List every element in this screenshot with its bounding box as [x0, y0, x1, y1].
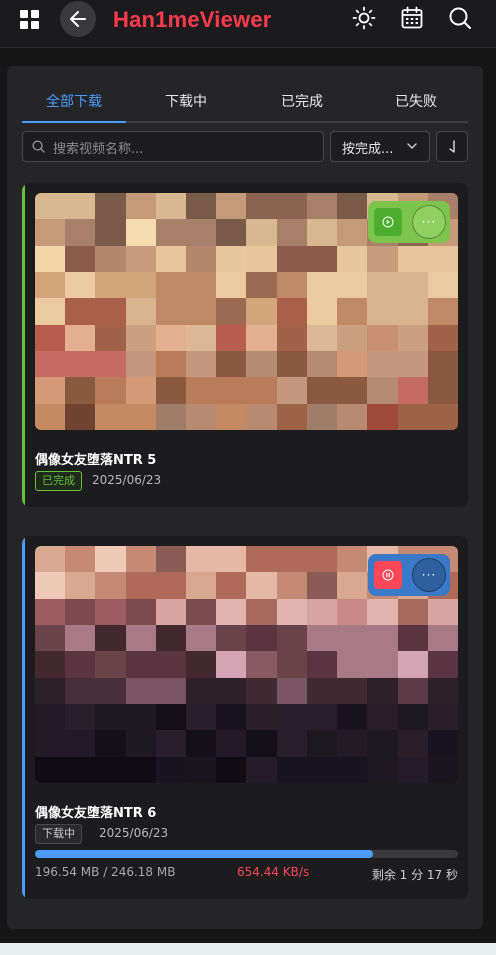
search-input[interactable]: 搜索视频名称... [22, 131, 324, 162]
status-badge: 已完成 [35, 471, 82, 491]
tab-failed[interactable]: 已失败 [364, 86, 468, 119]
time-remaining: 剩余 1 分 17 秒 [371, 868, 458, 882]
back-button[interactable] [60, 1, 96, 37]
download-speed: 654.44 KB/s [237, 865, 310, 879]
video-title: 偶像女友堕落NTR 5 [35, 453, 157, 468]
card-accent-bar [22, 183, 25, 507]
search-field-icon [32, 140, 45, 153]
status-badge: 下载中 [35, 824, 82, 844]
download-size: 196.54 MB / 246.18 MB [35, 865, 176, 879]
play-icon [382, 216, 394, 228]
card-accent-bar [22, 536, 25, 899]
video-title: 偶像女友堕落NTR 6 [35, 806, 157, 821]
more-icon: ··· [421, 568, 437, 582]
app-title: Han1meViewer [113, 7, 272, 32]
more-options-button[interactable]: ··· [412, 558, 446, 592]
video-thumbnail[interactable]: ··· [35, 546, 458, 783]
theme-sun-icon[interactable] [352, 6, 376, 30]
more-icon: ··· [421, 215, 437, 229]
downloads-panel: 全部下载 下载中 已完成 已失败 搜索视频名称... 按完成... ··· 偶像… [7, 66, 483, 929]
app-root: Han1meViewer 全部下载 下载中 已完成 已失败 搜索视频名称... … [0, 0, 496, 943]
download-date: 2025/06/23 [99, 826, 169, 840]
sort-arrow-icon [449, 139, 455, 153]
download-card[interactable]: ··· 偶像女友堕落NTR 6 下载中 2025/06/23 196.54 MB… [22, 536, 468, 899]
chevron-down-icon [407, 143, 417, 149]
grid-icon[interactable] [20, 10, 40, 30]
download-progress-bar [35, 850, 458, 858]
search-icon[interactable] [448, 6, 472, 30]
tab-completed[interactable]: 已完成 [250, 86, 354, 119]
card-controls: ··· [368, 201, 450, 243]
active-tab-indicator [22, 121, 126, 123]
tab-bar: 全部下载 下载中 已完成 已失败 [22, 86, 468, 123]
sort-select-value: 按完成... [342, 142, 394, 157]
top-bar: Han1meViewer [0, 0, 496, 48]
sort-select[interactable]: 按完成... [330, 131, 430, 162]
progress-fill [35, 850, 374, 858]
tab-all-downloads[interactable]: 全部下载 [22, 86, 126, 119]
play-button[interactable] [374, 208, 402, 236]
back-arrow-icon [70, 11, 86, 27]
card-controls: ··· [368, 554, 450, 596]
video-thumbnail[interactable]: ··· [35, 193, 458, 430]
download-card[interactable]: ··· 偶像女友堕落NTR 5 已完成 2025/06/23 [22, 183, 468, 507]
pause-icon [382, 569, 394, 581]
more-options-button[interactable]: ··· [412, 205, 446, 239]
sort-direction-button[interactable] [436, 131, 468, 162]
pause-button[interactable] [374, 561, 402, 589]
calendar-icon[interactable] [400, 6, 424, 30]
download-date: 2025/06/23 [92, 473, 162, 487]
tab-downloading[interactable]: 下载中 [134, 86, 238, 119]
search-placeholder: 搜索视频名称... [53, 142, 144, 157]
